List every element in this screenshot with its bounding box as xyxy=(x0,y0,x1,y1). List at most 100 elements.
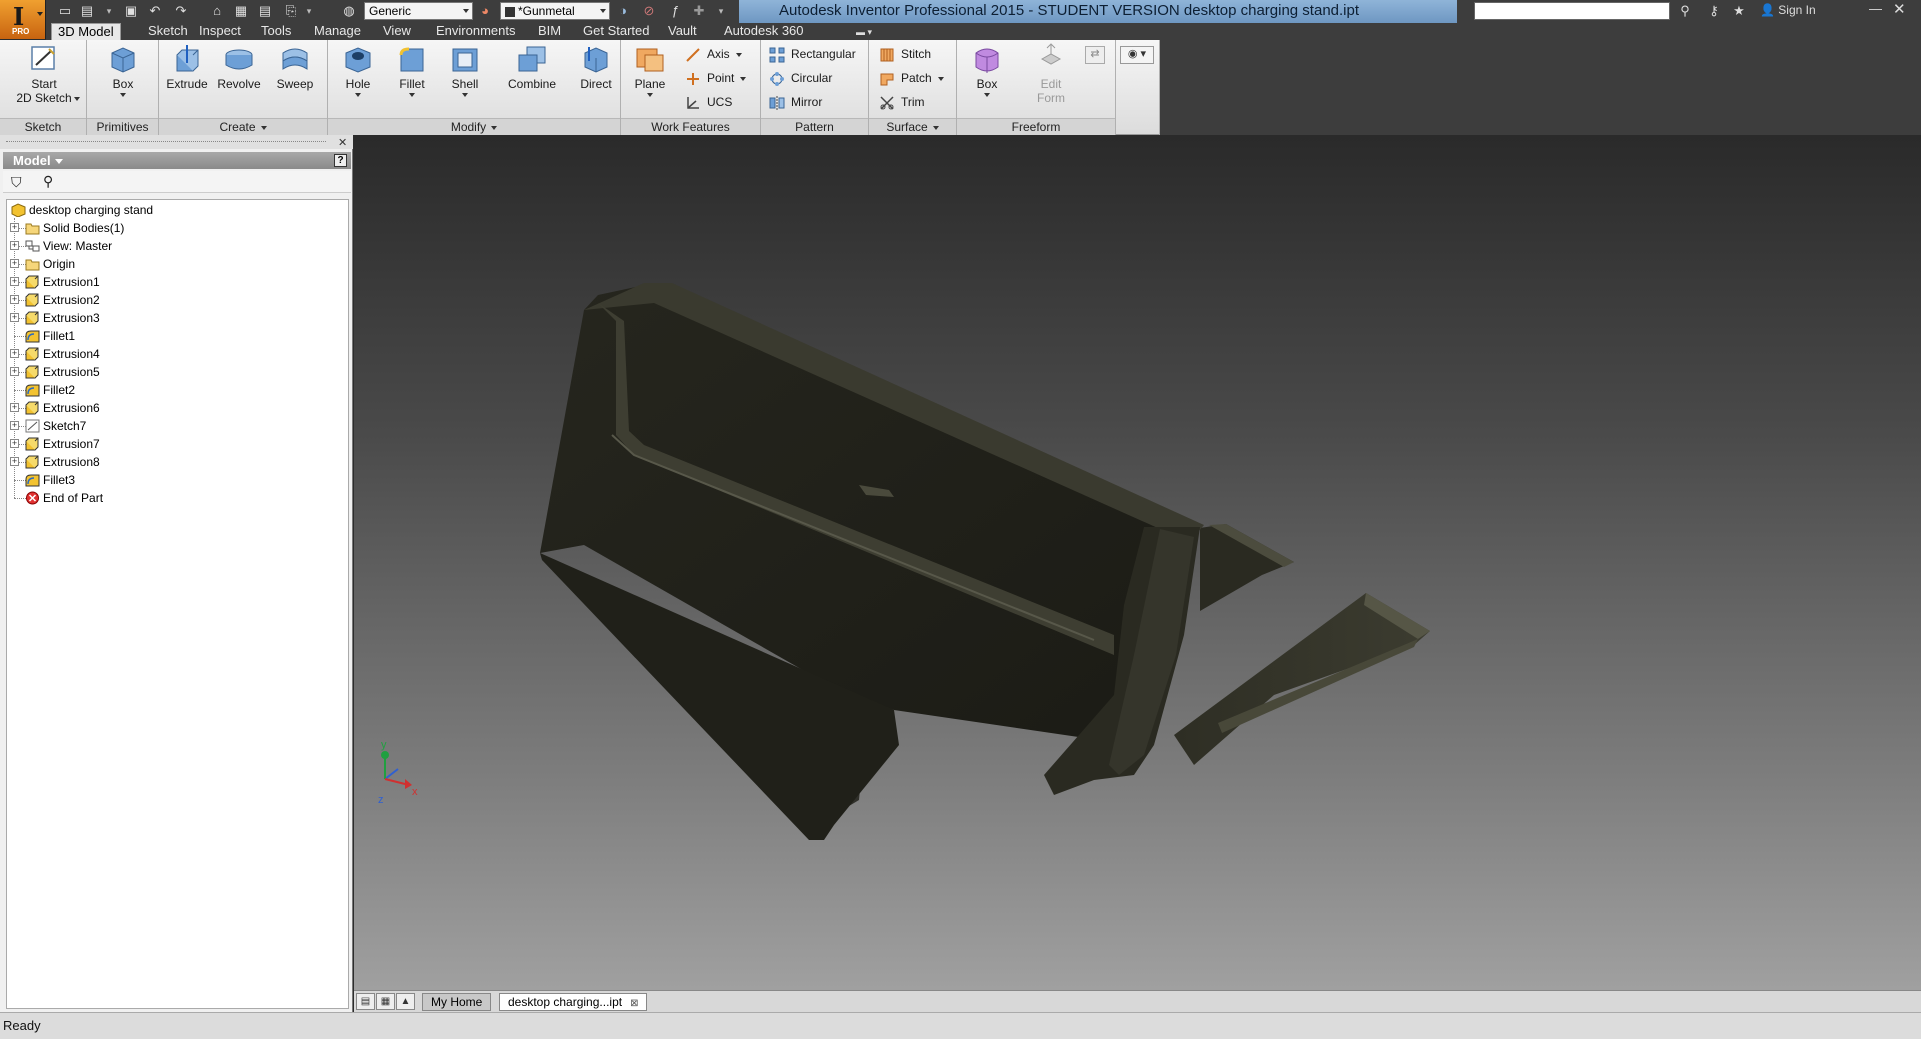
return-icon[interactable]: ⎘ xyxy=(282,2,300,20)
axis-button[interactable]: Axis xyxy=(685,44,742,64)
expand-icon[interactable]: + xyxy=(10,403,19,412)
help-icon[interactable]: ? xyxy=(334,154,347,167)
shell-button[interactable]: Shell xyxy=(444,43,486,97)
help-search-input[interactable] xyxy=(1474,2,1670,20)
tab-manage[interactable]: Manage xyxy=(308,23,367,40)
view-cube-triad: z x y xyxy=(378,739,418,806)
freeform-box-button[interactable]: Box xyxy=(963,43,1011,97)
new-file-icon[interactable]: ▭ xyxy=(56,2,74,20)
cascade-windows-icon[interactable]: ▦ xyxy=(376,993,395,1010)
surface-panel-label[interactable]: Surface xyxy=(869,118,956,135)
tab-my-home[interactable]: My Home xyxy=(422,993,492,1011)
tab-environments[interactable]: Environments xyxy=(430,23,521,40)
tab-sketch[interactable]: Sketch xyxy=(142,23,194,40)
binoculars-icon[interactable]: ⚲ xyxy=(43,173,53,190)
mirror-button[interactable]: Mirror xyxy=(769,92,822,112)
convert-icon[interactable]: ⇄ xyxy=(1085,46,1105,64)
extrude-button[interactable]: Extrude xyxy=(163,43,211,91)
adjust-icon[interactable]: ◑ xyxy=(614,2,632,20)
expand-icon[interactable]: + xyxy=(10,439,19,448)
close-icon[interactable]: ✕ xyxy=(338,136,347,149)
fillet-button[interactable]: Fillet xyxy=(390,43,434,97)
application-menu-button[interactable]: I PRO xyxy=(0,0,46,39)
open-file-icon[interactable]: ▤ xyxy=(78,2,96,20)
chevron-up-icon[interactable]: ▲ xyxy=(396,993,415,1010)
expand-icon[interactable]: + xyxy=(10,349,19,358)
tab-get-started[interactable]: Get Started xyxy=(577,23,655,40)
home-icon[interactable]: ⌂ xyxy=(208,2,226,20)
projects-icon[interactable]: ▦ xyxy=(232,2,250,20)
filter-icon[interactable]: ⛉ xyxy=(11,174,22,191)
tab-vault[interactable]: Vault xyxy=(662,23,703,40)
edit-form-button[interactable]: Edit Form xyxy=(1021,43,1081,105)
browser-header[interactable]: Model ? xyxy=(3,152,351,169)
key-icon[interactable]: ⚷ xyxy=(1705,2,1723,20)
fillet-icon xyxy=(25,383,40,397)
tab-3d-model[interactable]: 3D Model xyxy=(51,23,121,40)
expand-icon[interactable]: + xyxy=(10,457,19,466)
combine-button[interactable]: Combine xyxy=(498,43,566,91)
tab-overflow-icon[interactable]: ▬ ▾ xyxy=(856,27,872,38)
chevron-down-icon xyxy=(462,93,468,97)
save-icon[interactable]: ▣ xyxy=(122,2,140,20)
expand-icon[interactable]: + xyxy=(10,223,19,232)
sign-in-link[interactable]: 👤 Sign In xyxy=(1760,3,1816,17)
color-wheel-icon[interactable]: ◕ xyxy=(476,2,494,20)
material-dropdown[interactable]: Generic xyxy=(364,2,473,20)
ucs-button[interactable]: UCS xyxy=(685,92,732,112)
3d-model-view[interactable]: z x y xyxy=(354,135,1921,990)
expand-icon[interactable]: + xyxy=(10,421,19,430)
modify-panel-label[interactable]: Modify xyxy=(328,118,620,135)
chevron-down-icon[interactable]: ▾ xyxy=(300,2,318,20)
globe-icon[interactable]: ◍ xyxy=(340,2,358,20)
measure-icon[interactable]: ✚ xyxy=(690,2,708,20)
tab-autodesk-360[interactable]: Autodesk 360 xyxy=(718,23,810,40)
tab-view[interactable]: View xyxy=(377,23,417,40)
box-button[interactable]: Box xyxy=(99,43,147,97)
print-icon[interactable]: ▤ xyxy=(256,2,274,20)
tab-bim[interactable]: BIM xyxy=(532,23,567,40)
sweep-button[interactable]: Sweep xyxy=(269,43,321,91)
work-features-panel-label: Work Features xyxy=(621,118,760,135)
chevron-down-icon[interactable]: ▾ xyxy=(100,2,118,20)
create-panel-label[interactable]: Create xyxy=(159,118,327,135)
tile-windows-icon[interactable]: ▤ xyxy=(356,993,375,1010)
tab-inspect[interactable]: Inspect xyxy=(193,23,247,40)
circular-pattern-button[interactable]: Circular xyxy=(769,68,832,88)
title-bar: I PRO ▭ ▤ ▾ ▣ ↶ ↷ ⌂ ▦ ▤ ⎘ ▾ ◍ Generic ◕ … xyxy=(0,0,1921,39)
direct-button[interactable]: Direct xyxy=(574,43,618,91)
clear-override-icon[interactable]: ⊘ xyxy=(640,2,658,20)
hole-button[interactable]: Hole xyxy=(338,43,378,97)
graphics-viewport[interactable]: z x y xyxy=(354,135,1921,990)
expand-icon[interactable]: + xyxy=(10,295,19,304)
close-icon[interactable]: ⊠ xyxy=(630,998,638,1009)
start-2d-sketch-button[interactable]: Start 2D Sketch xyxy=(6,43,82,105)
expand-icon[interactable]: + xyxy=(10,259,19,268)
chevron-down-icon[interactable]: ▾ xyxy=(712,2,730,20)
panel-label-text: Freeform xyxy=(1011,120,1061,134)
minimize-button[interactable]: — xyxy=(1869,1,1882,16)
parameters-icon[interactable]: ƒ xyxy=(666,2,684,20)
star-icon[interactable]: ★ xyxy=(1730,2,1748,20)
plane-button[interactable]: Plane xyxy=(629,43,671,97)
ribbon-options-icon[interactable]: ◉ ▾ xyxy=(1120,46,1154,64)
appearance-dropdown[interactable]: *Gunmetal xyxy=(500,2,610,20)
close-icon[interactable]: ✕ xyxy=(1893,0,1906,18)
tab-document-active[interactable]: desktop charging...ipt ⊠ xyxy=(499,993,648,1011)
binoculars-icon[interactable]: ⚲ xyxy=(1676,2,1694,20)
chevron-down-icon xyxy=(74,97,80,101)
redo-icon[interactable]: ↷ xyxy=(172,2,190,20)
patch-button[interactable]: Patch xyxy=(879,68,944,88)
stitch-button[interactable]: Stitch xyxy=(879,44,931,64)
expand-icon[interactable]: + xyxy=(10,313,19,322)
browser-grip[interactable]: ✕ xyxy=(0,135,353,149)
rectangular-pattern-button[interactable]: Rectangular xyxy=(769,44,856,64)
expand-icon[interactable]: + xyxy=(10,277,19,286)
trim-button[interactable]: Trim xyxy=(879,92,925,112)
expand-icon[interactable]: + xyxy=(10,367,19,376)
expand-icon[interactable]: + xyxy=(10,241,19,250)
undo-icon[interactable]: ↶ xyxy=(146,2,164,20)
revolve-button[interactable]: Revolve xyxy=(212,43,266,91)
tab-tools[interactable]: Tools xyxy=(255,23,297,40)
point-button[interactable]: Point xyxy=(685,68,747,88)
